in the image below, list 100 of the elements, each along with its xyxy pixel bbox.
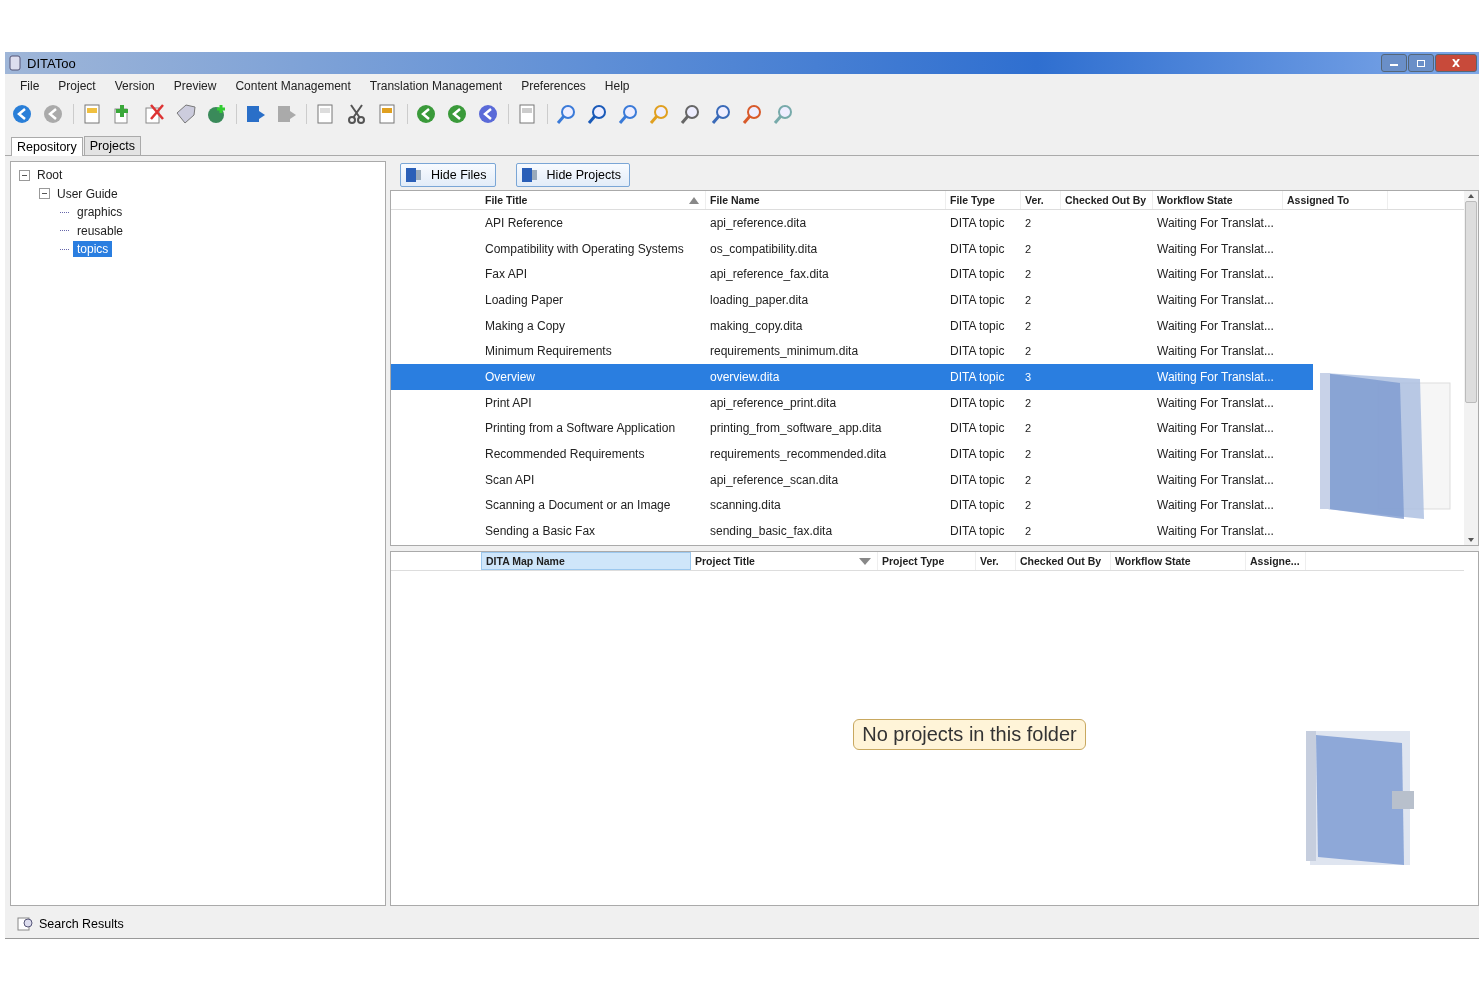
table-cell: DITA topic	[950, 318, 1005, 333]
tree-item[interactable]: Root	[33, 167, 67, 184]
table-cell: Compatibility with Operating Systems	[485, 241, 684, 256]
table-cell: 3	[1025, 370, 1032, 383]
table-cell: 2	[1025, 319, 1032, 332]
table-cell: Waiting For Translat...	[1157, 524, 1274, 539]
column-header[interactable]: Assigned To	[1283, 191, 1388, 209]
table-cell: Waiting For Translat...	[1157, 318, 1274, 333]
column-header[interactable]: Project Type	[878, 552, 976, 570]
empty-message: No projects in this folder	[853, 719, 1086, 750]
column-header[interactable]: File Type	[946, 191, 1021, 209]
tag-icon[interactable]	[174, 103, 198, 125]
table-cell: DITA topic	[950, 241, 1005, 256]
table-cell: Loading Paper	[485, 292, 564, 307]
table-cell: DITA topic	[950, 267, 1005, 282]
table-cell: os_compatibility.dita	[710, 241, 818, 256]
toggle-button[interactable]: Hide Projects	[515, 163, 630, 187]
table-row[interactable]: Loading Paper loading_paper.dita DITA topic 2 Waiting For Translat...	[391, 287, 1313, 313]
scrollbar[interactable]	[1464, 191, 1478, 545]
table-cell: Waiting For Translat...	[1157, 344, 1274, 359]
table-cell: Waiting For Translat...	[1157, 395, 1274, 410]
app-icon	[9, 55, 21, 71]
table-row[interactable]: Scan API api_reference_scan.dita DITA topic 2 Waiting For Translat...	[391, 466, 1313, 493]
table-row[interactable]: Fax API api_reference_fax.dita DITA topic 2 Waiting For Translat...	[391, 261, 1313, 288]
tree-item[interactable]: graphics	[73, 204, 127, 221]
table-cell: DITA topic	[950, 524, 1005, 539]
table-row[interactable]: Print API api_reference_print.dita DITA topic 2 Waiting For Translat...	[391, 389, 1313, 416]
table-cell: Recommended Requirements	[485, 447, 645, 462]
column-header[interactable]: Checked Out By	[1061, 191, 1153, 209]
menu-item[interactable]: File	[20, 79, 40, 93]
table-cell: sending_basic_fax.dita	[710, 524, 833, 539]
table-cell: Waiting For Translat...	[1157, 498, 1274, 513]
table-cell: printing_from_software_app.dita	[710, 421, 882, 436]
close-button[interactable]	[1435, 54, 1477, 72]
column-header[interactable]: Workflow State	[1111, 552, 1246, 570]
table-cell: DITA topic	[950, 498, 1005, 513]
table-cell: 2	[1025, 448, 1032, 461]
table-cell: Waiting For Translat...	[1157, 447, 1274, 462]
table-row[interactable]: Minimum Requirements requirements_minimum.dita DITA topic 2 Waiting For Translat...	[391, 338, 1313, 365]
table-row[interactable]: Recommended Requirements requirements_recommended.dita DITA topic 2 Waiting For Translat...	[391, 441, 1313, 467]
table-row[interactable]: Making a Copy making_copy.dita DITA topic 2 Waiting For Translat...	[391, 312, 1313, 339]
table-cell: api_reference_scan.dita	[710, 472, 839, 487]
table-cell: Print API	[485, 395, 532, 410]
column-header[interactable]: Assigne...	[1246, 552, 1306, 570]
table-cell: api_reference_fax.dita	[710, 267, 829, 282]
column-header[interactable]: File Name	[706, 191, 946, 209]
minimize-button[interactable]	[1381, 54, 1407, 72]
collapse-icon[interactable]	[39, 188, 50, 200]
table-row[interactable]: Printing from a Software Application printing_from_software_app.dita DITA topic 2 Waiting For Translat...	[391, 415, 1313, 442]
search-results-tab[interactable]: Search Results	[15, 914, 126, 934]
table-row[interactable]: API Reference api_reference.dita DITA topic 2 Waiting For Translat...	[391, 210, 1313, 236]
tree-item[interactable]: User Guide	[53, 185, 122, 202]
column-header[interactable]: Workflow State	[1153, 191, 1283, 209]
table-cell: Scan API	[485, 472, 535, 487]
table-cell: DITA topic	[950, 369, 1005, 384]
table-cell: DITA topic	[950, 344, 1005, 359]
table-cell: Waiting For Translat...	[1157, 292, 1274, 307]
collapse-icon[interactable]	[19, 169, 30, 181]
table-cell: api_reference_print.dita	[710, 395, 837, 410]
column-header[interactable]: File Title	[481, 191, 706, 209]
menu-item[interactable]: Project	[58, 79, 96, 93]
menu-item[interactable]: Help	[604, 79, 630, 93]
column-header[interactable]: DITA Map Name	[481, 552, 691, 570]
tree-item[interactable]: reusable	[73, 222, 128, 239]
menu-item[interactable]: Version	[114, 79, 155, 93]
menu-item[interactable]: Preview	[173, 79, 217, 93]
table-cell: 2	[1025, 293, 1032, 306]
table-row[interactable]: Compatibility with Operating Systems os_compatibility.dita DITA topic 2 Waiting For Translat...	[391, 235, 1313, 262]
table-cell: overview.dita	[710, 369, 780, 384]
toggle-button[interactable]: Hide Files	[400, 163, 496, 187]
tab[interactable]: Repository	[11, 137, 83, 156]
column-header[interactable]: Project Title	[691, 552, 878, 570]
column-header[interactable]: Ver.	[1021, 191, 1061, 209]
table-cell: Waiting For Translat...	[1157, 421, 1274, 436]
table-cell: DITA topic	[950, 292, 1005, 307]
table-row[interactable]: Overview overview.dita DITA topic 3 Waiting For Translat...	[391, 364, 1313, 390]
table-cell: Waiting For Translat...	[1157, 241, 1274, 256]
table-row[interactable]: Scanning a Document or an Image scanning.dita DITA topic 2 Waiting For Translat...	[391, 492, 1313, 519]
table-cell: Waiting For Translat...	[1157, 472, 1274, 487]
column-header[interactable]: Checked Out By	[1016, 552, 1111, 570]
table-cell: Overview	[485, 369, 535, 384]
tree-item[interactable]: topics	[73, 241, 113, 258]
table-cell: DITA topic	[950, 421, 1005, 436]
delete-icon[interactable]	[143, 103, 167, 125]
column-header[interactable]: Ver.	[976, 552, 1016, 570]
table-row[interactable]: Sending a Basic Fax sending_basic_fax.dita DITA topic 2 Waiting For Translat...	[391, 518, 1313, 544]
menu-item[interactable]: Translation Management	[369, 79, 503, 93]
table-cell: Waiting For Translat...	[1157, 369, 1274, 384]
menu-item[interactable]: Content Management	[235, 79, 351, 93]
table-cell: Printing from a Software Application	[485, 421, 676, 436]
maximize-button[interactable]	[1408, 54, 1434, 72]
table-cell: 2	[1025, 268, 1032, 281]
table-cell: 2	[1025, 345, 1032, 358]
menu-item[interactable]: Preferences	[521, 79, 586, 93]
table-cell: API Reference	[485, 215, 564, 230]
table-cell: 2	[1025, 396, 1032, 409]
table-cell: requirements_minimum.dita	[710, 344, 859, 359]
table-cell: 2	[1025, 422, 1032, 435]
tab[interactable]: Projects	[83, 136, 141, 155]
table-cell: Fax API	[485, 267, 528, 282]
